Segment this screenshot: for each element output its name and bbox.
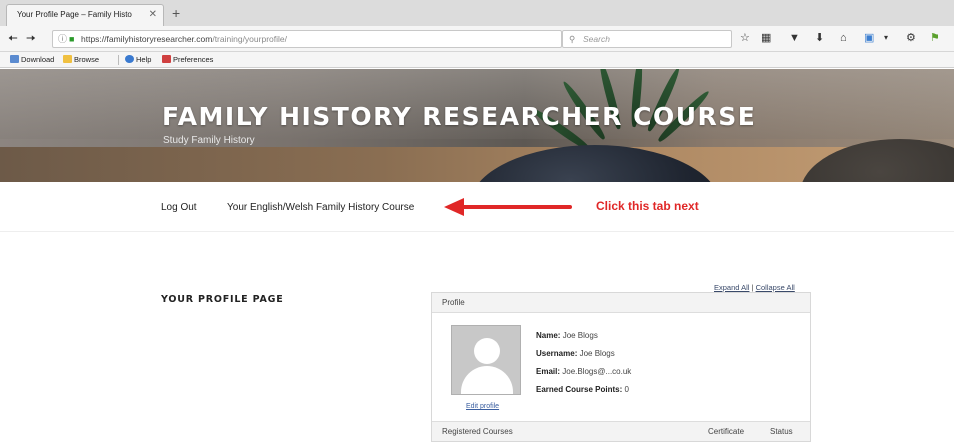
profile-username: Username: Joe Blogs bbox=[536, 349, 615, 358]
search-input[interactable]: ⚲ Search bbox=[562, 30, 732, 48]
url-bar[interactable]: ⓘ ■ https://familyhistoryresearcher.com/… bbox=[52, 30, 601, 48]
info-icon[interactable]: ⓘ bbox=[58, 31, 67, 47]
new-tab-button[interactable]: + bbox=[172, 3, 180, 23]
annotation-callout: Click this tab next bbox=[596, 199, 699, 213]
hero-pot-right bbox=[800, 139, 954, 182]
back-icon[interactable]: 🠄 bbox=[8, 31, 18, 45]
preferences-bookmark-icon bbox=[162, 55, 171, 63]
reading-list-icon[interactable]: ▦ bbox=[761, 32, 771, 44]
bookmark-separator bbox=[118, 55, 119, 65]
bookmark-preferences[interactable]: Preferences bbox=[162, 52, 213, 67]
star-icon[interactable]: ☆ bbox=[740, 32, 750, 44]
search-icon: ⚲ bbox=[569, 34, 576, 44]
page-title: YOUR PROFILE PAGE bbox=[161, 294, 284, 305]
link-separator: | bbox=[751, 283, 754, 292]
browse-bookmark-icon bbox=[63, 55, 72, 63]
download-bookmark-icon bbox=[10, 55, 19, 63]
profile-name: Name: Joe Blogs bbox=[536, 331, 598, 340]
home-icon[interactable]: ⌂ bbox=[840, 32, 847, 44]
avatar bbox=[451, 325, 521, 395]
edit-profile-link[interactable]: Edit profile bbox=[466, 403, 499, 410]
menu-icon[interactable]: ▾ bbox=[884, 32, 888, 44]
url-path: /training/yourprofile/ bbox=[212, 34, 287, 44]
site-title[interactable]: FAMILY HISTORY RESEARCHER COURSE bbox=[162, 102, 756, 131]
site-tagline: Study Family History bbox=[163, 135, 255, 146]
avatar-body-icon bbox=[461, 366, 513, 394]
tab-close-icon[interactable]: ✕ bbox=[149, 5, 157, 25]
nav-course-tab[interactable]: Your English/Welsh Family History Course bbox=[227, 202, 414, 213]
screenshot-icon[interactable]: ▣ bbox=[864, 32, 874, 44]
browser-tab-strip: Your Profile Page – Family Histo ✕ + bbox=[0, 0, 954, 26]
profile-panel: Profile Edit profile Name: Joe Blogs Use… bbox=[431, 292, 811, 442]
forward-icon[interactable]: 🠆 bbox=[26, 31, 36, 45]
browser-tab[interactable]: Your Profile Page – Family Histo ✕ bbox=[6, 4, 164, 26]
profile-points: Earned Course Points: 0 bbox=[536, 385, 629, 394]
expand-all-link[interactable]: Expand All bbox=[714, 283, 749, 292]
extension-icon[interactable]: ⚙ bbox=[906, 32, 916, 44]
help-bookmark-icon bbox=[125, 55, 134, 63]
nav-logout-link[interactable]: Log Out bbox=[161, 202, 197, 213]
bookmark-download[interactable]: Download bbox=[10, 52, 54, 67]
status-column-header: Status bbox=[770, 427, 793, 436]
expand-collapse-controls: Expand All | Collapse All bbox=[714, 283, 795, 292]
pocket-icon[interactable]: ▼ bbox=[789, 32, 800, 44]
lock-icon: ■ bbox=[69, 34, 75, 44]
red-arrow-icon bbox=[444, 198, 464, 216]
notification-icon[interactable]: ⚑ bbox=[930, 32, 940, 44]
red-arrow-shaft bbox=[462, 205, 572, 209]
tab-title: Your Profile Page – Family Histo bbox=[17, 10, 132, 19]
bookmarks-bar: Download Browse Help Preferences bbox=[0, 52, 954, 68]
certificate-column-header: Certificate bbox=[708, 427, 745, 436]
url-host: https://familyhistoryresearcher.com bbox=[81, 34, 213, 44]
bookmark-browse[interactable]: Browse bbox=[63, 52, 99, 67]
download-icon[interactable]: ⬇ bbox=[815, 32, 824, 44]
search-placeholder: Search bbox=[583, 34, 610, 44]
registered-courses-label: Registered Courses bbox=[442, 427, 513, 436]
collapse-all-link[interactable]: Collapse All bbox=[756, 283, 795, 292]
avatar-head-icon bbox=[474, 338, 500, 364]
bookmark-help[interactable]: Help bbox=[125, 52, 151, 67]
registered-courses-header: Registered Courses Certificate Status bbox=[432, 421, 810, 441]
browser-toolbar: 🠄 🠆 ⓘ ■ https://familyhistoryresearcher.… bbox=[0, 26, 954, 52]
profile-email: Email: Joe.Blogs@...co.uk bbox=[536, 367, 632, 376]
profile-panel-title: Profile bbox=[432, 293, 810, 313]
